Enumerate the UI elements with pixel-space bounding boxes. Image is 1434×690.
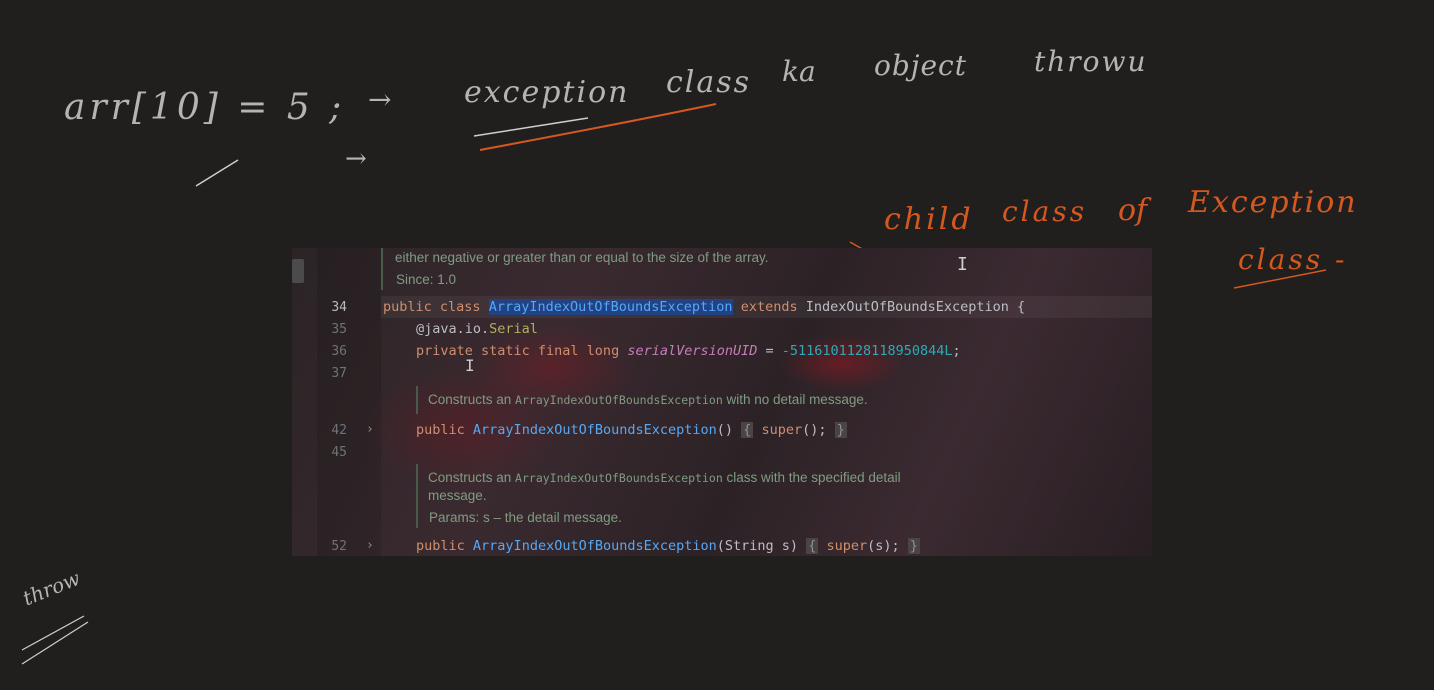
fold-chevron-icon[interactable]: › — [366, 538, 374, 553]
line-number-52: 52 — [331, 539, 347, 554]
kw-super: super — [761, 422, 803, 438]
handwriting-throw: throw — [19, 565, 84, 611]
line-number-36: 36 — [331, 344, 347, 359]
doc-bar-1 — [416, 386, 418, 414]
text-cursor-icon: I — [465, 356, 475, 375]
mouse-ibeam-icon: I — [957, 254, 968, 275]
code-line-52[interactable]: public ArrayIndexOutOfBoundsException(St… — [416, 538, 920, 554]
editor-gutter — [317, 248, 381, 556]
kw-class: class — [439, 299, 481, 315]
constructor-args: (String s) — [716, 538, 799, 554]
folded-brace-open[interactable]: { — [806, 538, 819, 554]
line-number-45: 45 — [331, 445, 347, 460]
handwriting-class-2: class — [1002, 195, 1088, 228]
kw-public: public — [416, 538, 465, 554]
handwriting-of: of — [1118, 193, 1148, 228]
constructor-name: ArrayIndexOutOfBoundsException — [472, 538, 717, 554]
handwriting-exception-2: Exception — [1188, 185, 1358, 220]
doc-constructor-1: Constructs an ArrayIndexOutOfBoundsExcep… — [428, 392, 868, 407]
parent-class: IndexOutOfBoundsException { — [805, 299, 1026, 315]
handwriting-arrow-1: → — [368, 83, 392, 116]
annotation-prefix: @java.io. — [416, 321, 490, 337]
equals: = — [757, 343, 782, 359]
doc-bar-top — [381, 248, 383, 290]
doc-constructor-2: Constructs an ArrayIndexOutOfBoundsExcep… — [428, 470, 901, 485]
field-name: serialVersionUID — [627, 343, 758, 359]
constructor-args: () — [716, 422, 734, 438]
handwriting-object: object — [874, 49, 967, 82]
line-number-34: 34 — [331, 300, 347, 315]
handwriting-class-3: class - — [1238, 243, 1348, 276]
modifiers: private static final long — [416, 343, 620, 359]
handwriting-thrown: throwu — [1034, 45, 1148, 78]
handwriting-arr-assignment: arr[10] = 5 ; — [64, 87, 346, 128]
doc-bar-2 — [416, 464, 418, 528]
folded-brace-open[interactable]: { — [741, 422, 754, 438]
semicolon: ; — [952, 343, 961, 359]
code-line-36[interactable]: private static final long serialVersionU… — [416, 343, 961, 359]
folded-brace-close[interactable]: } — [834, 422, 847, 438]
handwriting-arrow-2: → — [345, 144, 367, 174]
doc-top-line1: either negative or greater than or equal… — [395, 250, 769, 265]
code-line-34[interactable]: public class ArrayIndexOutOfBoundsExcept… — [383, 299, 1025, 315]
super-call: (s); — [867, 538, 900, 554]
doc-top-since: Since: 1.0 — [396, 272, 457, 287]
selected-class-name[interactable]: ArrayIndexOutOfBoundsException — [488, 299, 733, 315]
kw-public: public — [416, 422, 465, 438]
scrollbar-thumb[interactable] — [292, 259, 304, 283]
constructor-name: ArrayIndexOutOfBoundsException — [472, 422, 717, 438]
kw-super: super — [826, 538, 868, 554]
folded-brace-close[interactable]: } — [907, 538, 920, 554]
super-call: (); — [802, 422, 827, 438]
serial-number: -5116101128118950844L — [781, 343, 953, 359]
doc-constructor-2-line2: message. — [428, 488, 487, 503]
kw-public: public — [383, 299, 432, 315]
line-number-35: 35 — [331, 322, 347, 337]
handwriting-ka: ka — [782, 55, 816, 88]
annotation-serial: Serial — [489, 321, 538, 337]
code-editor: either negative or greater than or equal… — [292, 248, 1152, 556]
fold-chevron-icon[interactable]: › — [366, 422, 374, 437]
line-number-37: 37 — [331, 366, 347, 381]
handwriting-child: child — [884, 202, 974, 237]
kw-extends: extends — [740, 299, 798, 315]
line-number-42: 42 — [331, 423, 347, 438]
handwriting-exception: exception — [464, 75, 630, 110]
code-line-42[interactable]: public ArrayIndexOutOfBoundsException() … — [416, 422, 847, 438]
doc-params: Params: s – the detail message. — [429, 510, 622, 525]
handwriting-class: class — [666, 65, 752, 100]
code-line-35[interactable]: @java.io.Serial — [416, 321, 538, 337]
